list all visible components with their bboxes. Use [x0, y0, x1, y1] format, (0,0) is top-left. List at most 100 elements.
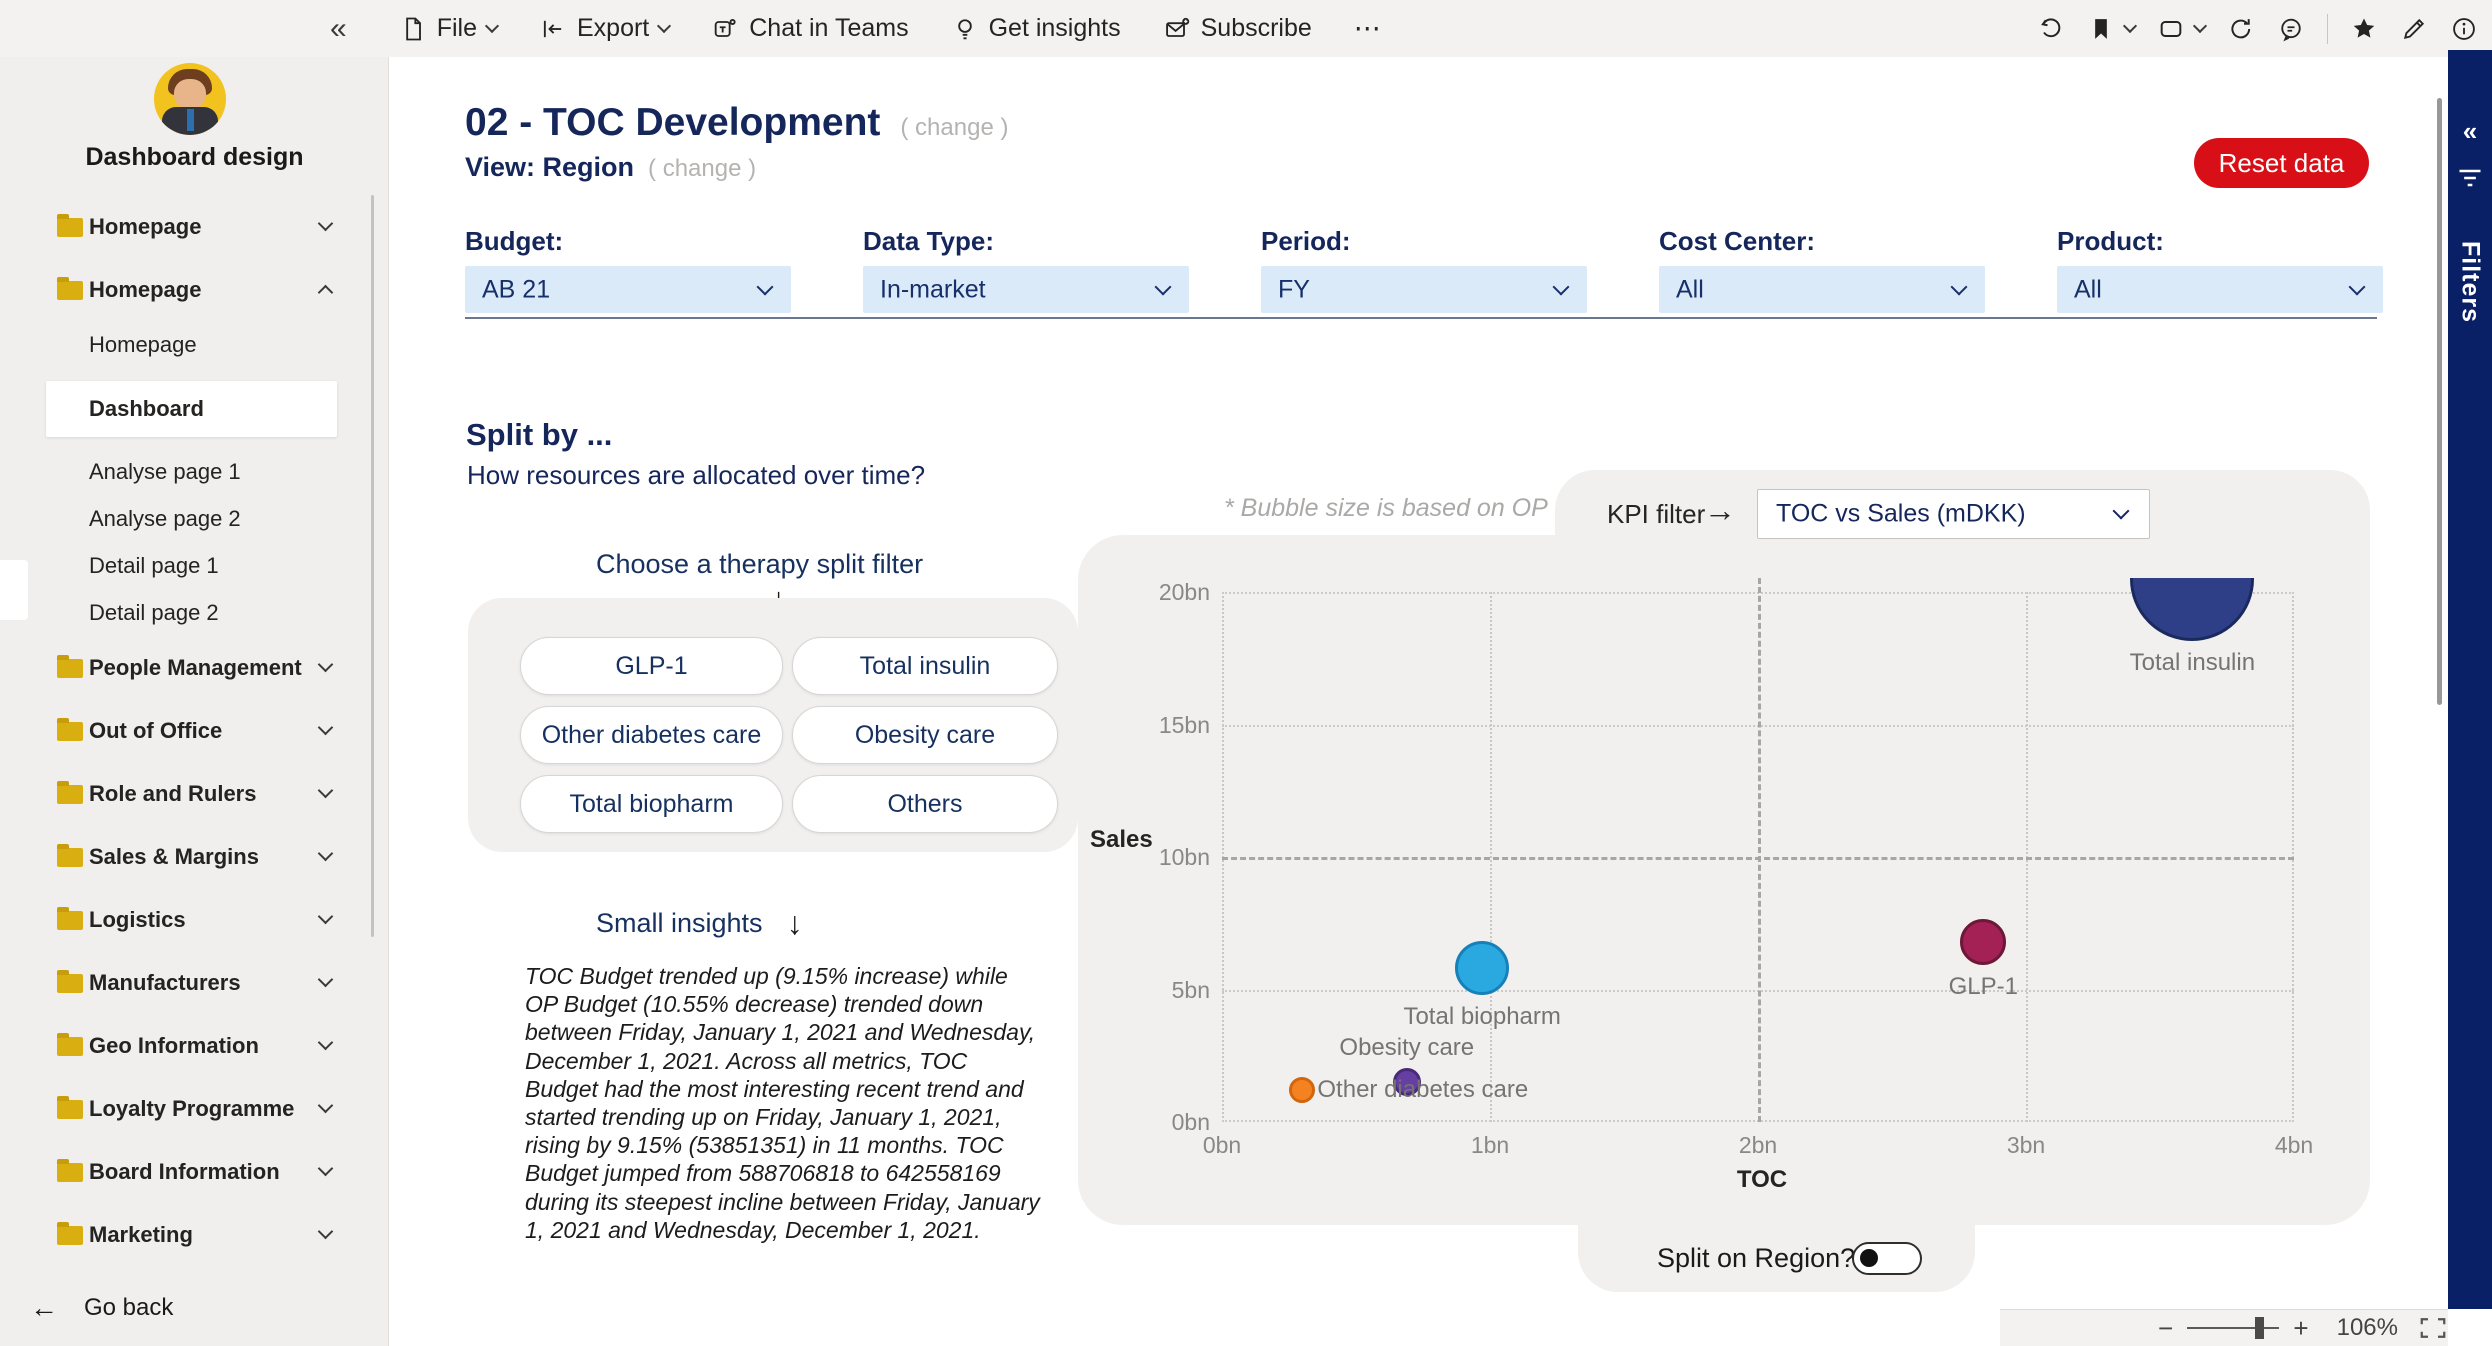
more-options-icon[interactable]: ⋯: [1354, 15, 1381, 42]
info-icon[interactable]: [2450, 15, 2478, 43]
sidebar-item-detail-page-1[interactable]: Detail page 1: [0, 542, 389, 589]
down-arrow-icon: ↓: [787, 905, 803, 942]
export-menu[interactable]: Export: [539, 14, 669, 43]
zoom-slider-thumb[interactable]: [2255, 1317, 2264, 1339]
sidebar-item-out-of-office[interactable]: Out of Office: [0, 699, 389, 762]
filter-value: All: [1676, 275, 1704, 304]
zoom-out-button[interactable]: −: [2158, 1313, 2173, 1344]
refresh-icon[interactable]: [2227, 15, 2255, 43]
go-back-button[interactable]: ← Go back: [30, 1292, 173, 1324]
filter-dropdown-period[interactable]: FY: [1261, 266, 1587, 313]
sidebar-item-dashboard[interactable]: Dashboard: [46, 381, 337, 437]
file-menu[interactable]: File: [399, 14, 497, 43]
sidebar-item-manufacturers[interactable]: Manufacturers: [0, 951, 389, 1014]
sidebar-item-label: Detail page 1: [89, 553, 219, 579]
bubble-label-other-diabetes-care: Other diabetes care: [1317, 1076, 1528, 1104]
folder-icon: [57, 218, 83, 237]
bubble-other-diabetes-care[interactable]: [1289, 1077, 1315, 1103]
view-label: View: Region: [465, 152, 634, 183]
chevron-down-icon: [2349, 278, 2366, 295]
view-change-link[interactable]: ( change ): [648, 155, 756, 183]
sidebar-item-people-management[interactable]: People Management: [0, 636, 389, 699]
folder-icon: [57, 785, 83, 804]
filters-pane-title[interactable]: Filters: [2448, 202, 2492, 362]
chevron-down-icon: [757, 278, 774, 295]
folder-icon: [57, 1100, 83, 1119]
edit-pencil-icon[interactable]: [2400, 15, 2428, 43]
split-on-region-toggle[interactable]: [1852, 1242, 1922, 1275]
sidebar-item-homepage[interactable]: Homepage: [0, 321, 389, 368]
therapy-filter-others[interactable]: Others: [792, 775, 1058, 833]
comments-icon[interactable]: [2277, 15, 2305, 43]
expand-filters-icon[interactable]: «: [2448, 116, 2492, 147]
subscribe-button[interactable]: Subscribe: [1163, 14, 1312, 43]
filter-label: Period:: [1261, 226, 1587, 266]
toggle-knob: [1860, 1249, 1878, 1267]
split-by-title: Split by ...: [466, 417, 612, 453]
favorite-star-icon[interactable]: [2350, 15, 2378, 43]
kpi-filter-dropdown[interactable]: TOC vs Sales (mDKK): [1757, 489, 2150, 539]
chevron-down-icon: [318, 908, 334, 924]
bubble-glp-1[interactable]: [1960, 919, 2006, 965]
therapy-filter-obesity-care[interactable]: Obesity care: [792, 706, 1058, 764]
sidebar-item-label: Sales & Margins: [89, 844, 259, 870]
title-change-link[interactable]: ( change ): [900, 114, 1008, 142]
sidebar-item-board-information[interactable]: Board Information: [0, 1140, 389, 1203]
therapy-filter-total-biopharm[interactable]: Total biopharm: [520, 775, 783, 833]
sidebar-item-geo-information[interactable]: Geo Information: [0, 1014, 389, 1077]
therapy-filter-total-insulin[interactable]: Total insulin: [792, 637, 1058, 695]
subscribe-label: Subscribe: [1201, 14, 1312, 43]
bookmarks-menu[interactable]: [2087, 15, 2135, 43]
page-title: 02 - TOC Development: [465, 101, 880, 145]
sidebar-scrollbar[interactable]: [371, 195, 374, 937]
sidebar-item-analyse-page-1[interactable]: Analyse page 1: [0, 448, 389, 495]
bubble-total-biopharm[interactable]: [1455, 941, 1509, 995]
sidebar-item-homepage[interactable]: Homepage: [0, 195, 389, 258]
sidebar-item-label: Manufacturers: [89, 970, 241, 996]
sidebar-item-role-and-rulers[interactable]: Role and Rulers: [0, 762, 389, 825]
sidebar-item-analyse-page-2[interactable]: Analyse page 2: [0, 495, 389, 542]
bubble-total-insulin[interactable]: [2130, 578, 2254, 641]
sidebar-item-loyalty-programme[interactable]: Loyalty Programme: [0, 1077, 389, 1140]
sidebar-item-logistics[interactable]: Logistics: [0, 888, 389, 951]
filter-dropdown-data-type[interactable]: In-market: [863, 266, 1189, 313]
folder-icon: [57, 1037, 83, 1056]
filter-label: Product:: [2057, 226, 2383, 266]
zoom-slider[interactable]: [2187, 1327, 2279, 1329]
file-icon: [399, 15, 427, 43]
sidebar-item-label: Dashboard: [89, 396, 204, 422]
filter-dropdown-product[interactable]: All: [2057, 266, 2383, 313]
therapy-filter-other-diabetes-care[interactable]: Other diabetes care: [520, 706, 783, 764]
undo-icon[interactable]: [2037, 15, 2065, 43]
chat-in-teams-button[interactable]: Chat in Teams: [711, 14, 908, 43]
sidebar-item-label: People Management: [89, 655, 302, 681]
main-scrollbar[interactable]: [2437, 98, 2442, 705]
therapy-filter-glp-1[interactable]: GLP-1: [520, 637, 783, 695]
reset-data-button[interactable]: Reset data: [2194, 138, 2369, 188]
filter-label: Cost Center:: [1659, 226, 1985, 266]
sidebar-item-sales-margins[interactable]: Sales & Margins: [0, 825, 389, 888]
bubble-label-obesity-care: Obesity care: [1339, 1034, 1474, 1062]
folder-icon: [57, 281, 83, 300]
bubble-label-total-biopharm: Total biopharm: [1403, 1003, 1560, 1031]
choose-therapy-filter-label: Choose a therapy split filter: [596, 549, 923, 580]
sidebar-item-label: Out of Office: [89, 718, 222, 744]
filter-dropdown-cost-center[interactable]: All: [1659, 266, 1985, 313]
sidebar-scroll-indicator: [0, 560, 28, 620]
filter-funnel-icon[interactable]: [2456, 166, 2484, 195]
chevron-down-icon: [318, 782, 334, 798]
sidebar-item-detail-page-2[interactable]: Detail page 2: [0, 589, 389, 636]
folder-icon: [57, 1163, 83, 1182]
y-tick-label: 5bn: [1130, 977, 1210, 1004]
sidebar-item-marketing[interactable]: Marketing: [0, 1203, 389, 1266]
zoom-in-button[interactable]: +: [2293, 1313, 2308, 1344]
collapse-nav-icon[interactable]: «: [330, 12, 347, 46]
scatter-plot-area[interactable]: Total insulinGLP-1Total biopharmObesity …: [1222, 578, 2294, 1122]
get-insights-button[interactable]: Get insights: [951, 14, 1121, 43]
filter-dropdown-budget[interactable]: AB 21: [465, 266, 791, 313]
fit-to-page-icon[interactable]: [2418, 1315, 2448, 1341]
sidebar-item-homepage[interactable]: Homepage: [0, 258, 389, 321]
split-on-region-label: Split on Region?: [1657, 1243, 1855, 1274]
chevron-down-icon: [485, 18, 499, 32]
view-menu[interactable]: [2157, 15, 2205, 43]
